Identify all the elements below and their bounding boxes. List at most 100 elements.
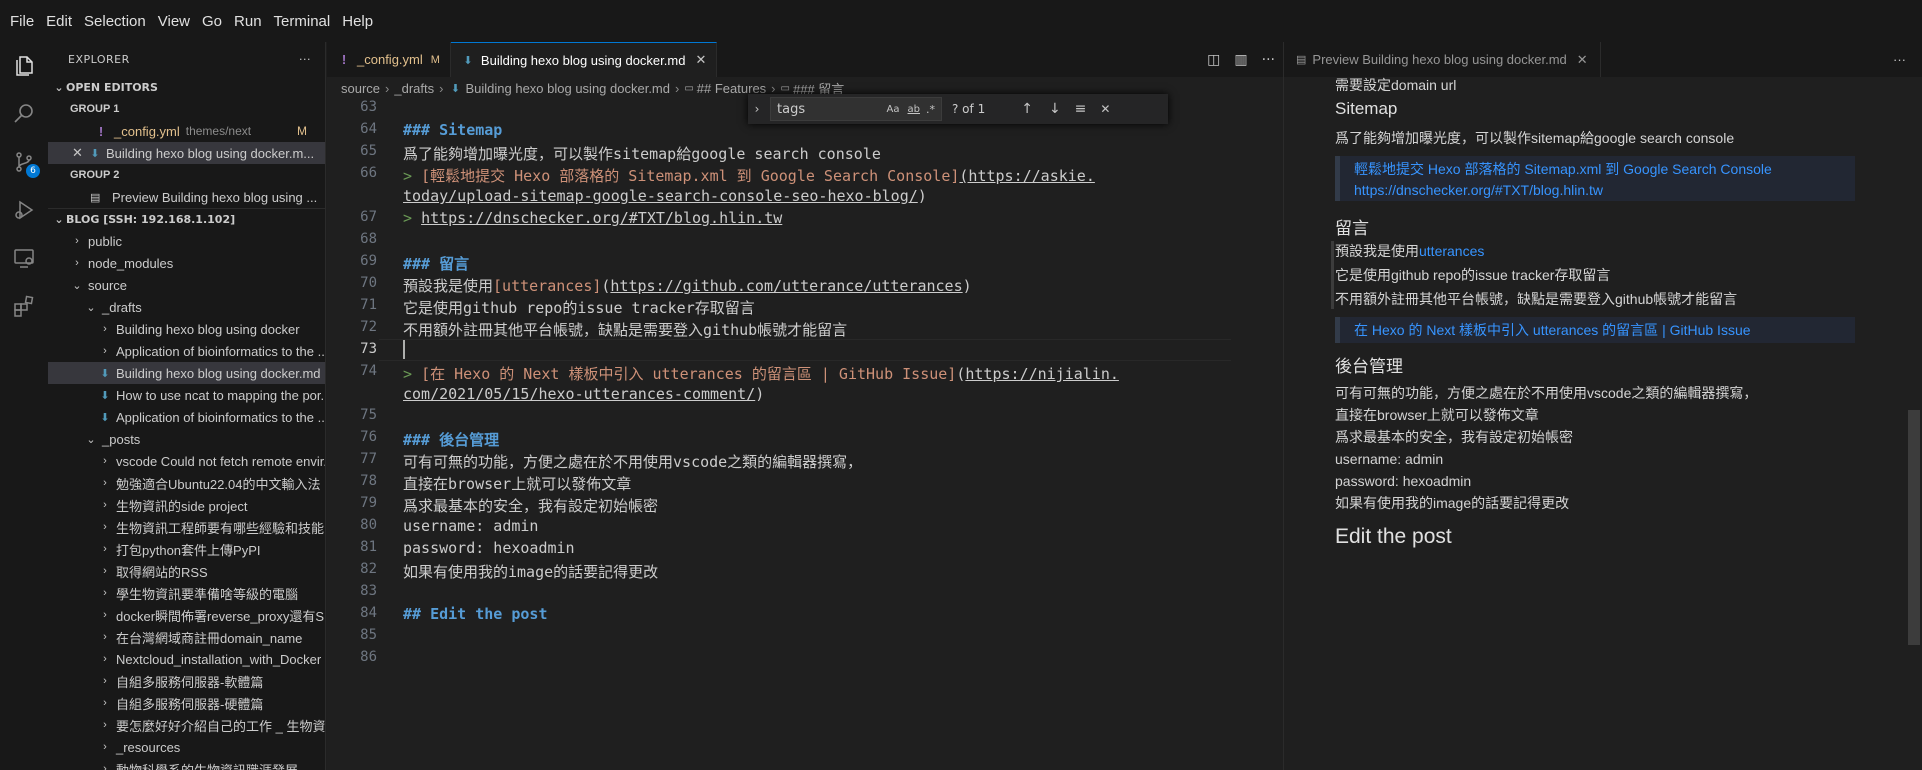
yaml-file-icon: ! bbox=[98, 123, 104, 139]
link-text: [utterances] bbox=[493, 277, 602, 295]
find-input[interactable]: tags Aa ab .* bbox=[770, 97, 942, 121]
match-case-icon[interactable]: Aa bbox=[887, 104, 900, 115]
code-editor[interactable]: 63 64 65 66 67 68 69 70 71 72 73 74 75 76 77 78 79 80 81 82… bbox=[327, 99, 1283, 770]
close-icon[interactable]: ✕ bbox=[1100, 102, 1110, 116]
find-in-selection-icon[interactable]: ≡ bbox=[1075, 101, 1087, 117]
close-icon[interactable]: ✕ bbox=[72, 145, 88, 161]
link-url[interactable]: https://github.com/utterance/utterances bbox=[610, 277, 962, 295]
file-tree-item[interactable]: › node_modules bbox=[48, 252, 325, 274]
file-tree-item[interactable]: › 在台灣網域商註冊domain_name bbox=[48, 626, 325, 648]
link-url[interactable]: https://dnschecker.org/#TXT/blog.hlin.tw bbox=[421, 209, 782, 227]
open-preview-icon[interactable]: ◫ bbox=[1207, 52, 1220, 68]
split-editor-icon[interactable]: ▥ bbox=[1234, 52, 1247, 68]
find-widget: › tags Aa ab .* ? of 1 ↑ ↓ ≡ ✕ bbox=[748, 94, 1168, 124]
arrow-down-icon[interactable]: ↓ bbox=[1049, 101, 1061, 117]
file-tree-item[interactable]: › docker瞬間佈署reverse_proxy還有S... bbox=[48, 604, 325, 626]
file-tree-item[interactable]: › 要怎麼好好介紹自己的工作 _ 生物資訊 bbox=[48, 714, 325, 736]
menu-terminal[interactable]: Terminal bbox=[268, 13, 337, 30]
code-line-80: username: admin bbox=[403, 517, 539, 535]
file-tree-item[interactable]: › Nextcloud_installation_with_Docker bbox=[48, 648, 325, 670]
more-actions-icon[interactable]: ··· bbox=[299, 53, 311, 66]
file-tree-item[interactable]: › 生物資訊工程師要有哪些經驗和技能 bbox=[48, 516, 325, 538]
preview-blockquote: 輕鬆地提交 Hexo 部落格的 Sitemap.xml 到 Google Sea… bbox=[1335, 156, 1855, 201]
file-tree-label: 要怎麼好好介紹自己的工作 _ 生物資訊 bbox=[116, 718, 325, 734]
explorer-icon[interactable] bbox=[0, 42, 48, 90]
preview-link[interactable]: https://dnschecker.org/#TXT/blog.hlin.tw bbox=[1354, 182, 1841, 198]
file-tree-label: docker瞬間佈署reverse_proxy還有S... bbox=[116, 608, 325, 624]
symbol-icon: ▭ bbox=[684, 82, 694, 94]
file-tree-item[interactable]: › 打包python套件上傳PyPI bbox=[48, 538, 325, 560]
close-icon[interactable]: ✕ bbox=[695, 52, 706, 68]
file-tree-item[interactable]: › 自組多服務伺服器-軟體篇 bbox=[48, 670, 325, 692]
menu-edit[interactable]: Edit bbox=[40, 13, 78, 30]
run-debug-icon[interactable] bbox=[0, 186, 48, 234]
file-tree-item[interactable]: › vscode Could not fetch remote envir... bbox=[48, 450, 325, 472]
menu-view[interactable]: View bbox=[152, 13, 196, 30]
extensions-icon[interactable] bbox=[0, 282, 48, 330]
file-tree-item[interactable]: ⌄ source bbox=[48, 274, 325, 296]
breadcrumb-file[interactable]: Building hexo blog using docker.md bbox=[465, 81, 670, 96]
file-tree-item[interactable]: › 學生物資訊要準備啥等級的電腦 bbox=[48, 582, 325, 604]
file-tree-item[interactable]: ⌄ _drafts bbox=[48, 296, 325, 318]
menu-go[interactable]: Go bbox=[196, 13, 228, 30]
arrow-up-icon[interactable]: ↑ bbox=[1021, 101, 1033, 117]
file-tree-label: public bbox=[88, 233, 122, 249]
tab-preview[interactable]: ▤ Preview Building hexo blog using docke… bbox=[1284, 42, 1601, 77]
preview-link[interactable]: 在 Hexo 的 Next 樣板中引入 utterances 的留言區 | Gi… bbox=[1354, 320, 1841, 340]
menu-selection[interactable]: Selection bbox=[78, 13, 152, 30]
preview-text: 如果有使用我的image的話要記得更改 bbox=[1335, 495, 1570, 511]
open-editor-preview-label: Preview Building hexo blog using ... bbox=[112, 189, 318, 205]
file-tree-label: Building hexo blog using docker.md bbox=[116, 365, 321, 381]
breadcrumb-drafts[interactable]: _drafts bbox=[394, 81, 434, 96]
line-number: 85 bbox=[360, 627, 377, 643]
link-url-part[interactable]: (https://askie. bbox=[959, 167, 1094, 185]
file-tree-item[interactable]: › 取得網站的RSS bbox=[48, 560, 325, 582]
preview-link[interactable]: utterances bbox=[1419, 243, 1484, 259]
heading-admin: ### 後台管理 bbox=[403, 431, 500, 449]
open-editor-config[interactable]: ! _config.yml themes/next M bbox=[48, 120, 325, 142]
line-number: 84 bbox=[360, 605, 377, 621]
whole-word-icon[interactable]: ab bbox=[908, 104, 920, 115]
workspace-section[interactable]: ⌄ BLOG [SSH: 192.168.1.102] bbox=[48, 208, 325, 230]
line-number: 70 bbox=[360, 275, 377, 291]
file-tree-item[interactable]: › Application of bioinformatics to the ..… bbox=[48, 340, 325, 362]
tab-config[interactable]: ! _config.yml M bbox=[327, 42, 451, 77]
file-tree-item[interactable]: › Building hexo blog using docker bbox=[48, 318, 325, 340]
open-editor-preview[interactable]: ▤ Preview Building hexo blog using ... bbox=[48, 186, 325, 208]
tab-building[interactable]: ⬇ Building hexo blog using docker.md ✕ bbox=[450, 42, 718, 77]
markdown-preview: ▤ Preview Building hexo blog using docke… bbox=[1284, 42, 1922, 770]
search-icon[interactable] bbox=[0, 90, 48, 138]
menu-run[interactable]: Run bbox=[228, 13, 268, 30]
chevron-right-icon: › bbox=[75, 257, 79, 269]
close-icon[interactable]: ✕ bbox=[1577, 52, 1588, 68]
source-control-icon[interactable]: 6 bbox=[0, 138, 48, 186]
preview-blockquote: 在 Hexo 的 Next 樣板中引入 utterances 的留言區 | Gi… bbox=[1335, 317, 1855, 343]
chevron-right-icon[interactable]: › bbox=[748, 102, 766, 116]
open-editors-section[interactable]: ⌄ OPEN EDITORS bbox=[48, 76, 325, 98]
more-actions-icon[interactable]: ··· bbox=[1893, 52, 1906, 67]
file-tree-item[interactable]: › 動物科學系的生物資訊職涯發展 bbox=[48, 758, 325, 770]
file-tree-item[interactable]: › 勉強適合Ubuntu22.04的中文輸入法 bbox=[48, 472, 325, 494]
menu-help[interactable]: Help bbox=[336, 13, 379, 30]
remote-explorer-icon[interactable] bbox=[0, 234, 48, 282]
file-tree-item[interactable]: ⬇ Building hexo blog using docker.md bbox=[48, 362, 325, 384]
more-actions-icon[interactable]: ··· bbox=[1262, 52, 1275, 68]
file-tree-item[interactable]: ⬇ How to use ncat to mapping the por... bbox=[48, 384, 325, 406]
file-tree-item[interactable]: ⌄ _posts bbox=[48, 428, 325, 450]
menu-file[interactable]: File bbox=[4, 13, 40, 30]
file-tree-item[interactable]: ⬇ Application of bioinformatics to the ..… bbox=[48, 406, 325, 428]
line-number: 86 bbox=[360, 649, 377, 665]
link-url-part[interactable]: com/2021/05/15/hexo-utterances-comment/ bbox=[403, 385, 755, 403]
file-tree-item[interactable]: › _resources bbox=[48, 736, 325, 758]
file-tree-item[interactable]: › 自組多服務伺服器-硬體篇 bbox=[48, 692, 325, 714]
link-url-part[interactable]: today/upload-sitemap-google-search-conso… bbox=[403, 187, 918, 205]
chevron-right-icon: › bbox=[103, 763, 107, 770]
link-url-part[interactable]: https://nijialin. bbox=[965, 365, 1119, 383]
preview-scrollbar[interactable] bbox=[1908, 410, 1920, 645]
file-tree-item[interactable]: › public bbox=[48, 230, 325, 252]
preview-link[interactable]: 輕鬆地提交 Hexo 部落格的 Sitemap.xml 到 Google Sea… bbox=[1354, 159, 1841, 179]
file-tree-item[interactable]: › 生物資訊的side project bbox=[48, 494, 325, 516]
open-editor-building[interactable]: ✕ ⬇ Building hexo blog using docker.m... bbox=[48, 142, 325, 164]
regex-icon[interactable]: .* bbox=[926, 103, 935, 116]
breadcrumb-source[interactable]: source bbox=[341, 81, 380, 96]
